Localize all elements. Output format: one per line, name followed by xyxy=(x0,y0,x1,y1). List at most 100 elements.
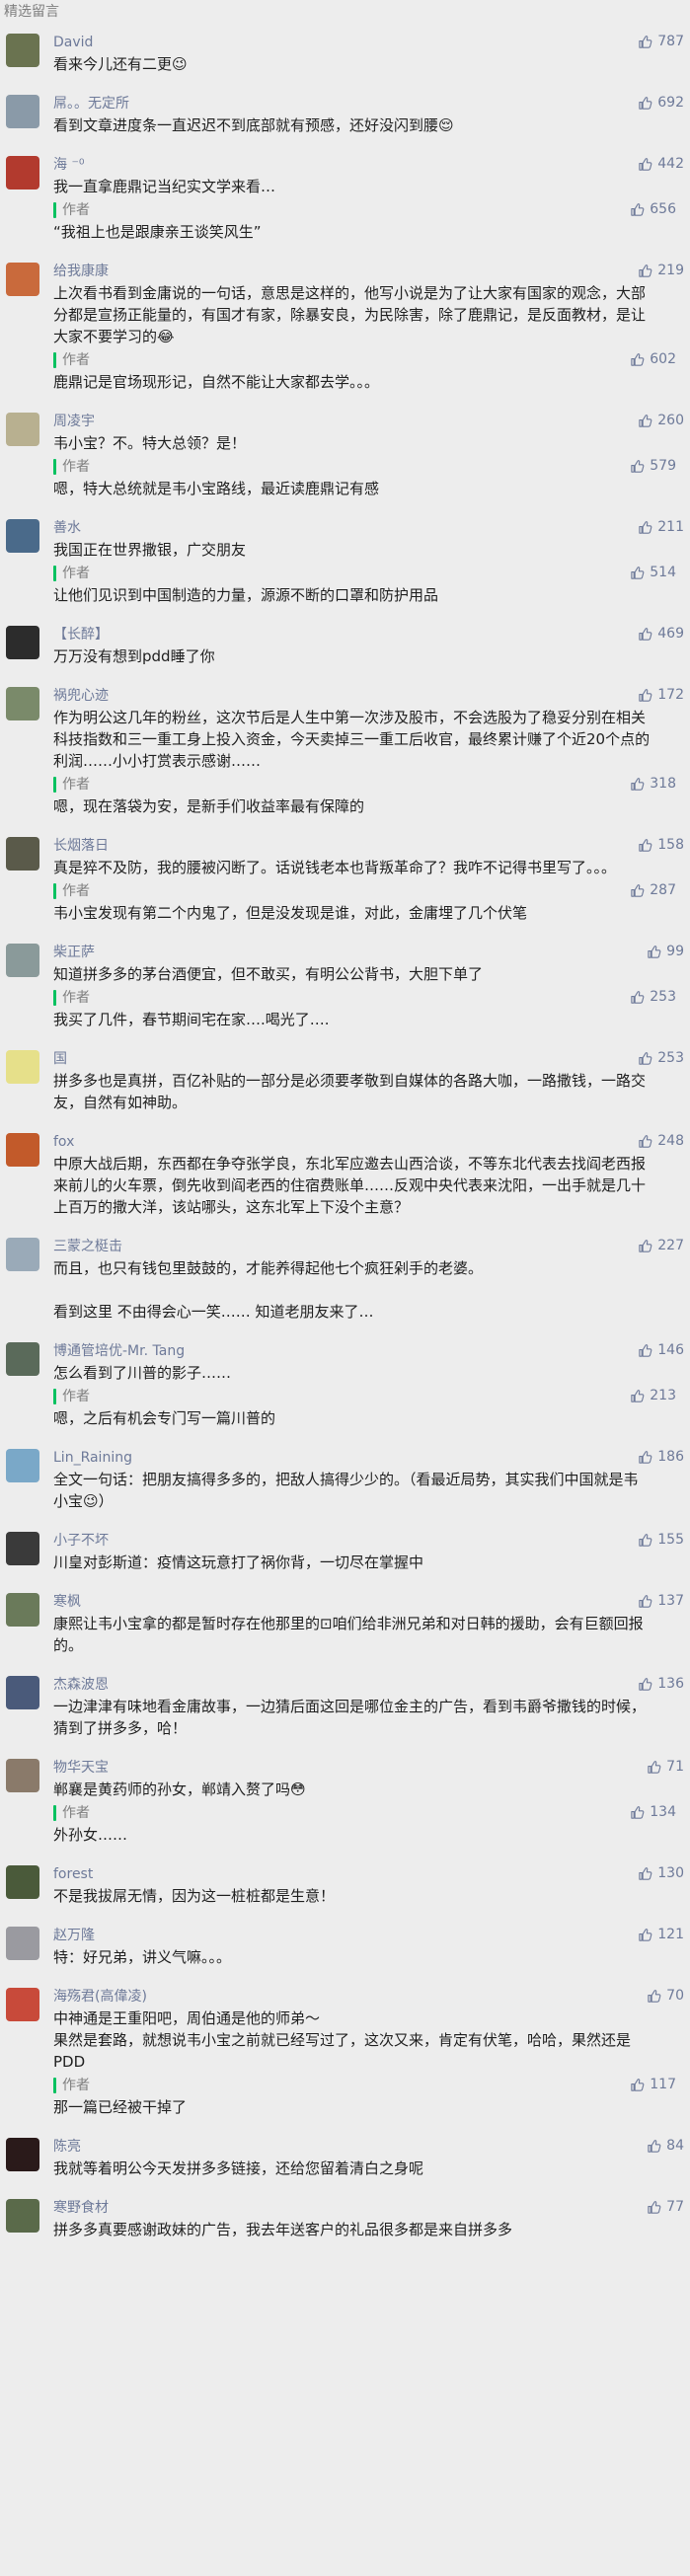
reply-like-button[interactable]: 579 xyxy=(630,458,676,474)
commenter-name[interactable]: 柴正萨 xyxy=(53,940,682,961)
comment-item: 祸兜心迹 172 作为明公这几年的粉丝，这次节后是人生中第一次涉及股市，不会选股为了… xyxy=(0,677,690,827)
reply-like-button[interactable]: 656 xyxy=(630,201,676,217)
reply-like-button[interactable]: 602 xyxy=(630,351,676,367)
author-tag: 作者 xyxy=(53,1388,682,1405)
commenter-name[interactable]: 长烟落日 xyxy=(53,833,682,855)
commenter-name[interactable]: 三蒙之梃击 xyxy=(53,1234,682,1255)
comment-item: forest 130 不是我拔屌无情，因为这一桩桩都是生意！ xyxy=(0,1856,690,1917)
commenter-name[interactable]: 【长醉】 xyxy=(53,622,682,644)
like-button[interactable]: 70 xyxy=(647,1988,684,2004)
like-button[interactable]: 260 xyxy=(638,413,684,428)
like-button[interactable]: 77 xyxy=(647,2199,684,2215)
reply-like-button[interactable]: 134 xyxy=(630,1804,676,1820)
comment-text: 我就等着明公今天发拼多多链接，还给您留着清白之身呢 xyxy=(53,2159,424,2177)
commenter-name[interactable]: fox xyxy=(53,1129,682,1151)
avatar[interactable] xyxy=(6,156,39,189)
like-button[interactable]: 227 xyxy=(638,1238,684,1253)
like-button[interactable]: 248 xyxy=(638,1133,684,1149)
reply-like-button[interactable]: 318 xyxy=(630,776,676,792)
comment-text: 不是我拔屌无情，因为这一桩桩都是生意！ xyxy=(53,1887,336,1905)
avatar[interactable] xyxy=(6,1449,39,1482)
commenter-name[interactable]: 周凌宇 xyxy=(53,409,682,430)
comment-item: 海 ⁻⁰ 442 我一直拿鹿鼎记当纪实文学来看… 作者 656 “我祖上也是跟康亲王谈笑风… xyxy=(0,146,690,253)
like-button[interactable]: 99 xyxy=(647,944,684,959)
like-button[interactable]: 158 xyxy=(638,837,684,853)
like-button[interactable]: 155 xyxy=(638,1532,684,1548)
like-button[interactable]: 469 xyxy=(638,626,684,642)
like-button[interactable]: 172 xyxy=(638,687,684,703)
like-button[interactable]: 137 xyxy=(638,1593,684,1609)
avatar[interactable] xyxy=(6,687,39,720)
commenter-name[interactable]: 寒枫 xyxy=(53,1589,682,1611)
reply-like-button[interactable]: 117 xyxy=(630,2077,676,2092)
commenter-name[interactable]: 屌。。无定所 xyxy=(53,91,682,113)
avatar[interactable] xyxy=(6,1342,39,1376)
commenter-name[interactable]: 物华天宝 xyxy=(53,1755,682,1777)
like-button[interactable]: 84 xyxy=(647,2138,684,2154)
avatar[interactable] xyxy=(6,1593,39,1627)
avatar[interactable] xyxy=(6,1927,39,1960)
commenter-name[interactable]: 善水 xyxy=(53,515,682,537)
avatar[interactable] xyxy=(6,1238,39,1271)
avatar[interactable] xyxy=(6,626,39,659)
like-button[interactable]: 146 xyxy=(638,1342,684,1358)
avatar[interactable] xyxy=(6,2199,39,2233)
commenter-name[interactable]: 小子不坏 xyxy=(53,1528,682,1550)
reply-like-button[interactable]: 213 xyxy=(630,1388,676,1403)
avatar[interactable] xyxy=(6,2138,39,2171)
like-button[interactable]: 253 xyxy=(638,1050,684,1066)
avatar[interactable] xyxy=(6,837,39,871)
reply-like-button[interactable]: 287 xyxy=(630,882,676,898)
reply-like-count: 656 xyxy=(650,201,676,217)
commenter-name[interactable]: Lin_Raining xyxy=(53,1445,682,1467)
commenter-name[interactable]: David xyxy=(53,30,682,51)
commenter-name[interactable]: 海 ⁻⁰ xyxy=(53,152,682,174)
avatar[interactable] xyxy=(6,34,39,67)
thumbs-up-icon xyxy=(630,990,645,1005)
thumbs-up-icon xyxy=(630,566,645,580)
like-button[interactable]: 121 xyxy=(638,1927,684,1942)
comment-text: 而且，也只有钱包里鼓鼓的，才能养得起他七个疯狂剁手的老婆。 看到这里 不由得会心… xyxy=(53,1259,484,1321)
like-button[interactable]: 211 xyxy=(638,519,684,535)
like-button[interactable]: 219 xyxy=(638,263,684,278)
commenter-name[interactable]: 祸兜心迹 xyxy=(53,683,682,705)
commenter-name[interactable]: 赵万隆 xyxy=(53,1923,682,1944)
commenter-name[interactable]: 陈亮 xyxy=(53,2134,682,2156)
avatar[interactable] xyxy=(6,1759,39,1792)
avatar[interactable] xyxy=(6,944,39,977)
like-button[interactable]: 186 xyxy=(638,1449,684,1465)
like-count: 136 xyxy=(657,1676,684,1692)
like-button[interactable]: 787 xyxy=(638,34,684,49)
reply-like-button[interactable]: 514 xyxy=(630,565,676,580)
avatar[interactable] xyxy=(6,263,39,296)
like-button[interactable]: 136 xyxy=(638,1676,684,1692)
avatar[interactable] xyxy=(6,1050,39,1084)
avatar[interactable] xyxy=(6,1532,39,1565)
avatar[interactable] xyxy=(6,1988,39,2021)
author-bar xyxy=(53,352,56,368)
like-button[interactable]: 442 xyxy=(638,156,684,172)
commenter-name[interactable]: 国 xyxy=(53,1046,682,1068)
commenter-name[interactable]: 海殇君(高偉凌) xyxy=(53,1984,682,2006)
like-button[interactable]: 130 xyxy=(638,1865,684,1881)
reply-text: 嗯，现在落袋为安，是新手们收益率最有保障的 xyxy=(53,797,365,815)
like-count: 787 xyxy=(657,34,684,49)
reply-like-count: 287 xyxy=(650,882,676,898)
avatar[interactable] xyxy=(6,1133,39,1167)
avatar[interactable] xyxy=(6,1676,39,1709)
avatar[interactable] xyxy=(6,1865,39,1899)
avatar[interactable] xyxy=(6,519,39,553)
commenter-name[interactable]: 给我康康 xyxy=(53,259,682,280)
like-button[interactable]: 692 xyxy=(638,95,684,111)
reply-like-button[interactable]: 253 xyxy=(630,989,676,1005)
author-bar xyxy=(53,2078,56,2093)
author-tag: 作者 xyxy=(53,351,682,369)
avatar[interactable] xyxy=(6,95,39,128)
like-button[interactable]: 71 xyxy=(647,1759,684,1775)
commenter-name[interactable]: 寒野食材 xyxy=(53,2195,682,2217)
avatar[interactable] xyxy=(6,413,39,446)
author-reply: 作者 253 我买了几件，春节期间宅在家….喝光了…. xyxy=(53,989,682,1030)
commenter-name[interactable]: 博通管培优-Mr. Tang xyxy=(53,1338,682,1360)
commenter-name[interactable]: forest xyxy=(53,1861,682,1883)
commenter-name[interactable]: 杰森波恩 xyxy=(53,1672,682,1694)
